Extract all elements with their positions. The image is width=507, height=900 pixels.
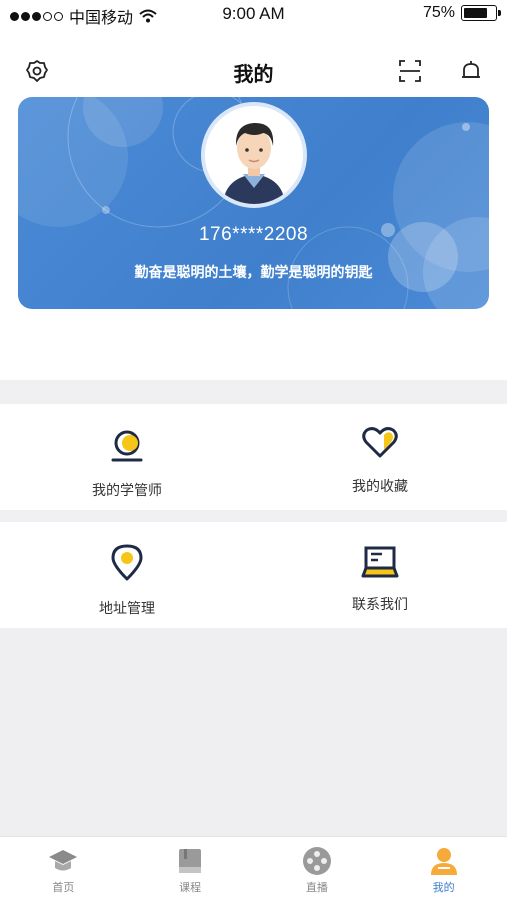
menu-item-favorites[interactable]: 我的收藏	[253, 404, 507, 510]
book-icon	[179, 849, 202, 873]
laptop-icon	[361, 546, 399, 578]
profile-card[interactable]: 176****2208 勤奋是聪明的土壤，勤学是聪明的钥匙	[18, 97, 489, 309]
page-header: 我的	[0, 52, 507, 92]
menu-label: 我的学管师	[92, 483, 162, 499]
tab-live[interactable]: 直播	[254, 837, 381, 900]
status-bar: 中国移动 9:00 AM 75%	[0, 0, 507, 28]
tab-label: 直播	[305, 881, 328, 894]
tab-label: 首页	[52, 881, 75, 894]
menu-row-2: 地址管理 联系我们	[0, 522, 507, 628]
tab-courses[interactable]: 课程	[127, 837, 254, 900]
tab-mine[interactable]: 我的	[380, 837, 507, 900]
tab-label: 课程	[179, 881, 202, 894]
film-reel-icon	[302, 847, 331, 875]
menu-item-address[interactable]: 地址管理	[0, 522, 254, 628]
tab-label: 我的	[432, 881, 455, 894]
section-divider	[0, 510, 507, 522]
status-right: 75%	[422, 4, 501, 22]
scan-icon[interactable]	[397, 58, 423, 84]
tab-bar: 首页 课程 直播 我的	[0, 836, 507, 900]
graduation-cap-icon	[49, 850, 78, 871]
location-icon	[111, 544, 143, 581]
empty-area	[0, 628, 507, 836]
tutor-icon	[111, 430, 143, 462]
user-icon	[430, 848, 457, 875]
avatar-portrait	[205, 106, 303, 204]
menu-item-contact[interactable]: 联系我们	[253, 522, 507, 628]
heart-icon	[362, 427, 398, 458]
menu-label: 我的收藏	[352, 479, 408, 495]
tab-home[interactable]: 首页	[0, 837, 127, 900]
menu-item-tutor[interactable]: 我的学管师	[0, 404, 254, 510]
avatar[interactable]	[201, 102, 307, 208]
battery-percent: 75%	[422, 4, 455, 21]
menu-label: 地址管理	[99, 601, 155, 617]
user-motto: 勤奋是聪明的土壤，勤学是聪明的钥匙	[134, 265, 373, 281]
bell-icon[interactable]	[458, 58, 484, 84]
menu-row-1: 我的学管师 我的收藏	[0, 404, 507, 510]
page-title: 我的	[233, 62, 274, 86]
user-phone: 176****2208	[198, 224, 309, 245]
battery-icon	[461, 5, 501, 21]
menu-label: 联系我们	[352, 597, 408, 613]
section-divider	[0, 380, 507, 404]
